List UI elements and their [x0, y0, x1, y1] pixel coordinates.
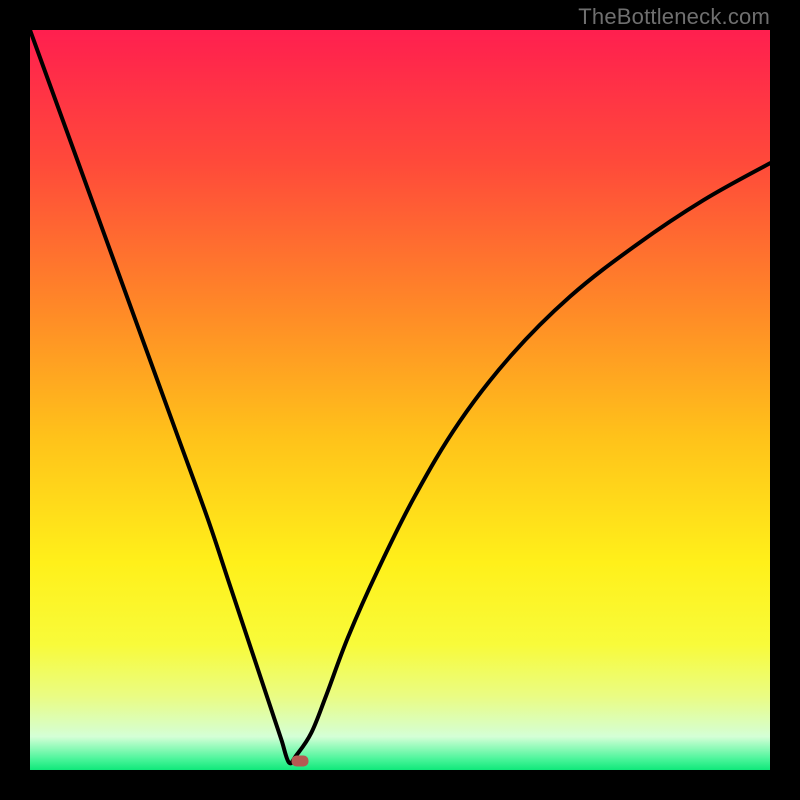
bottleneck-curve	[30, 30, 770, 770]
chart-frame: TheBottleneck.com	[0, 0, 800, 800]
plot-area	[30, 30, 770, 770]
optimal-point-marker	[292, 756, 309, 767]
watermark-text: TheBottleneck.com	[578, 4, 770, 30]
